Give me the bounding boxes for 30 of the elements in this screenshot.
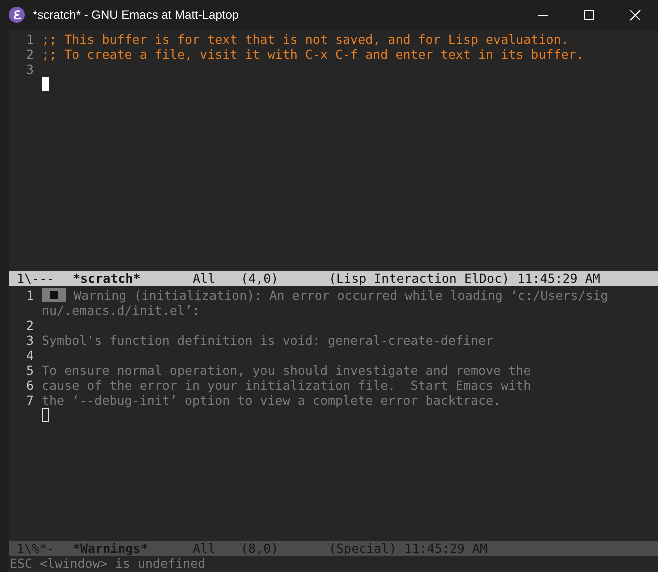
- buffer-text: To ensure normal operation, you should investigate and remove the: [42, 363, 532, 378]
- line-number: 1: [25, 288, 35, 303]
- text-cursor: [42, 408, 49, 422]
- buffer-text: ;; To create a file, visit it with C-x C-f and enter text in its buffer.: [42, 47, 584, 62]
- emacs-icon: [9, 7, 25, 23]
- line-number: 2: [25, 47, 35, 62]
- buffer-name: *scratch*: [73, 271, 142, 286]
- buffer-text: cause of the error in your initialization file. Start Emacs with: [42, 378, 532, 393]
- buffer-text: Symbol's function definition is void: general-create-definer: [42, 333, 494, 348]
- window-title: *scratch* - GNU Emacs at Matt-Laptop: [33, 7, 240, 24]
- buffer-text: Warning (initialization): An error occurred while loading ‘c:/Users/sig: [74, 288, 608, 303]
- line-number: 3: [25, 62, 35, 77]
- buffer-text: ;; This buffer is for text that is not saved, and for Lisp evaluation.: [42, 32, 569, 47]
- line-number: 4: [25, 348, 35, 363]
- mode-line-status: 1\---: [17, 271, 56, 286]
- mode-line-position: All: [193, 271, 217, 286]
- line-number: 6: [25, 378, 35, 393]
- text-cursor: [42, 77, 49, 91]
- line-number: 5: [25, 363, 35, 378]
- line-number: 7: [25, 393, 35, 408]
- buffer-text: nu/.emacs.d/init.el’:: [42, 303, 200, 318]
- close-icon: [630, 10, 640, 20]
- mode-line-time: 11:45:29 AM: [518, 271, 600, 286]
- echo-area: ESC <lwindow> is undefined: [9, 556, 658, 572]
- buffer-text: the ‘--debug-init’ option to view a complete error backtrace.: [42, 393, 502, 408]
- line-number: 2: [25, 318, 35, 333]
- mode-line-modes: (Lisp Interaction ElDoc): [329, 271, 510, 286]
- line-number: 3: [25, 333, 35, 348]
- line-number: 1: [25, 32, 35, 47]
- mode-line-coords: (4,0): [241, 271, 280, 286]
